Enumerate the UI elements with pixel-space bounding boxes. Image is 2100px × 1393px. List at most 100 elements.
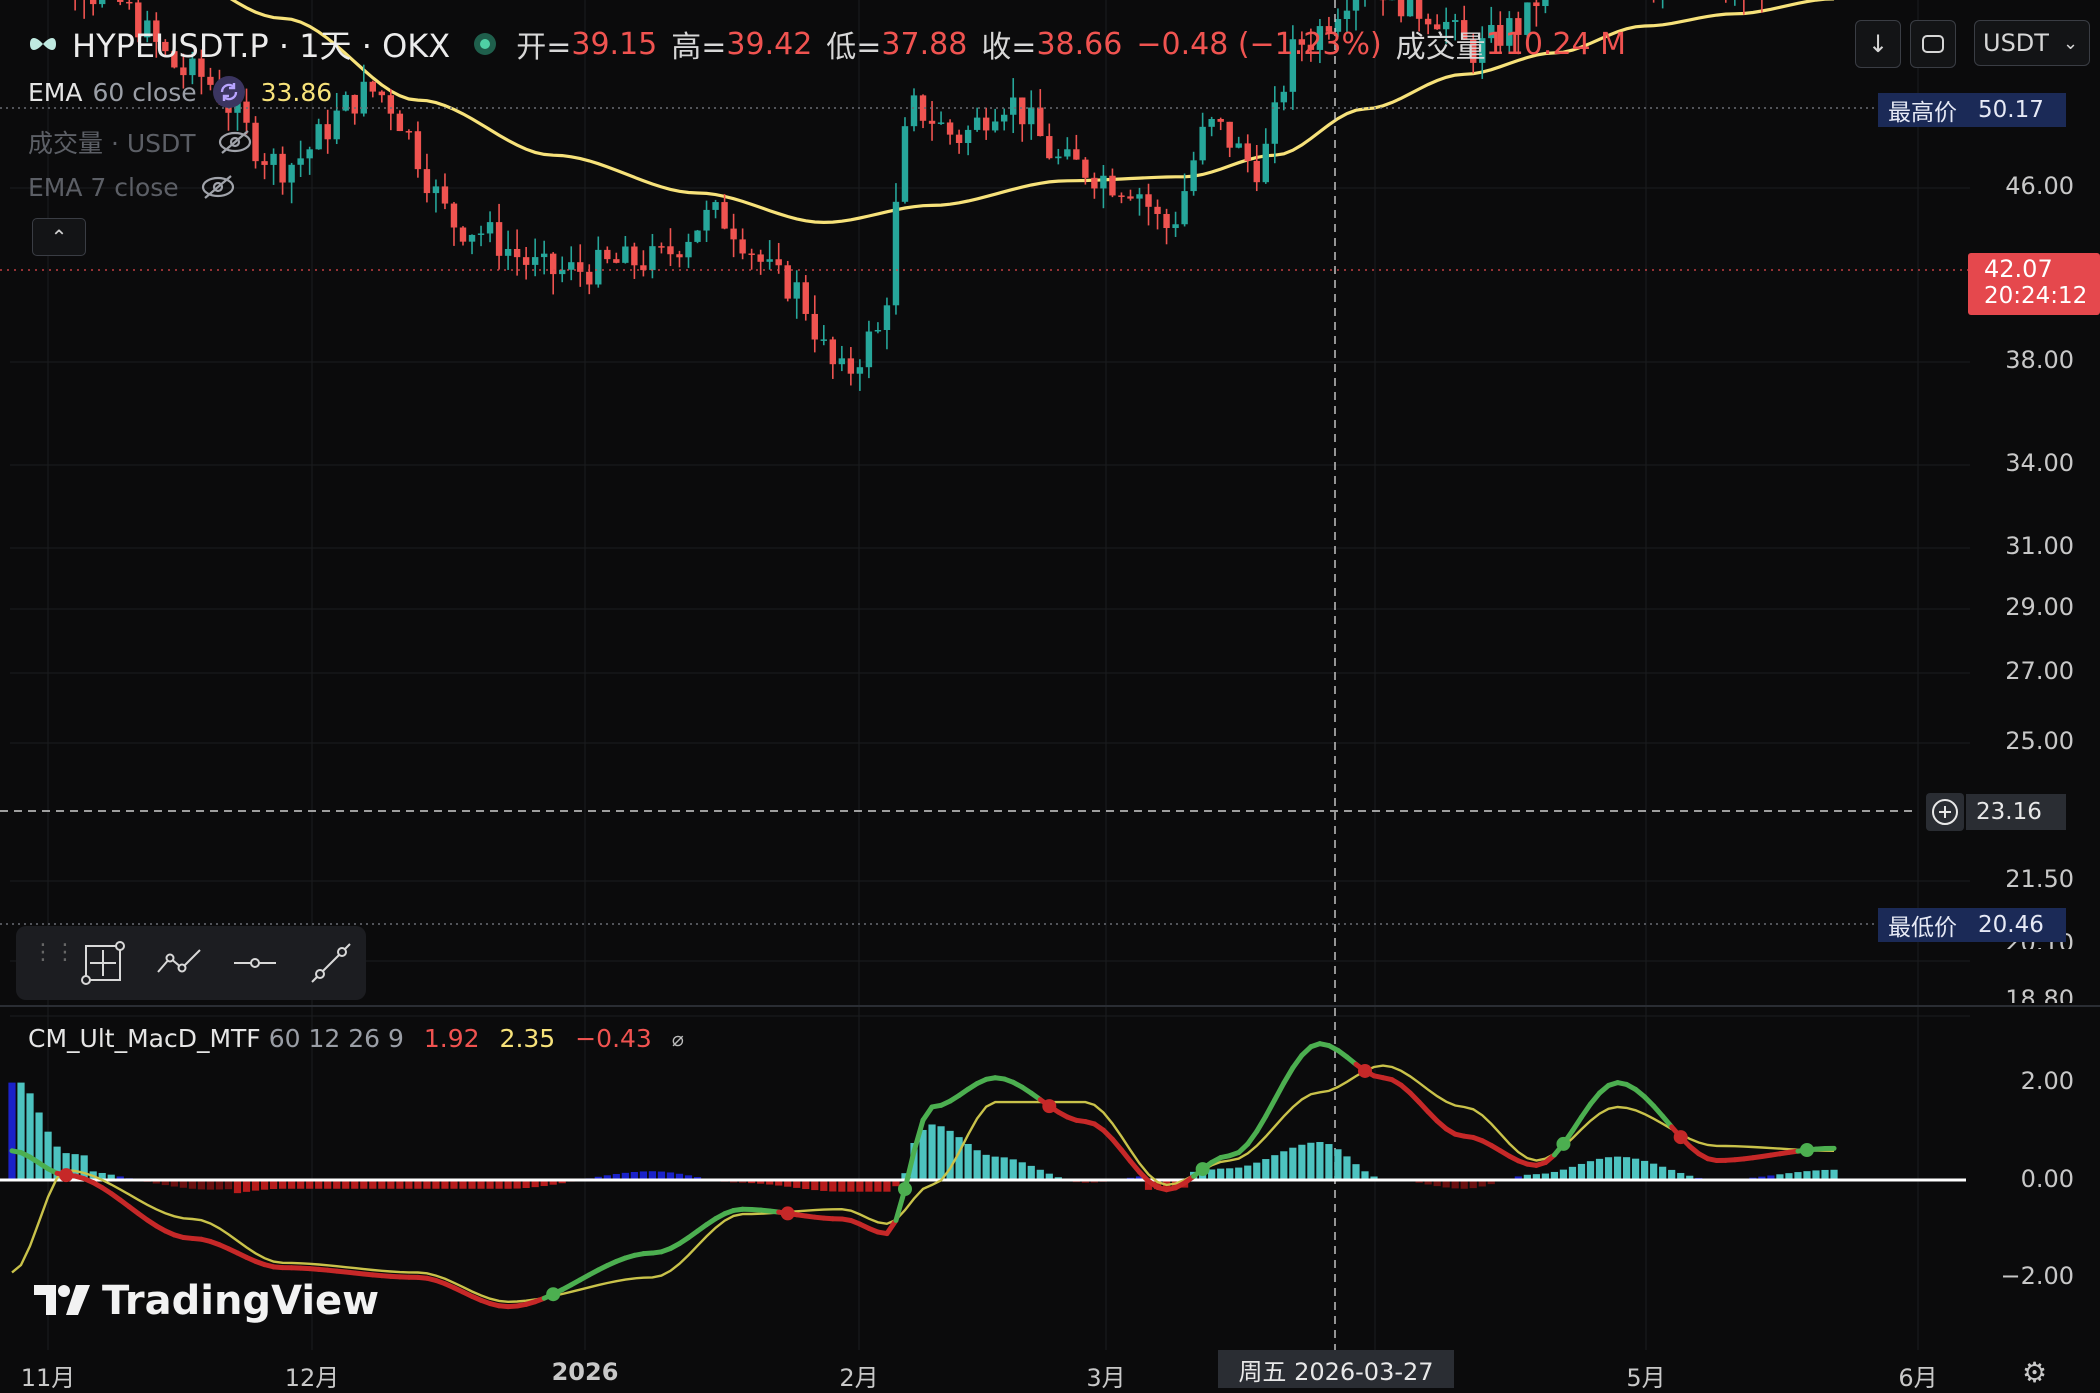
trend-line-tool-icon[interactable] <box>306 938 356 988</box>
volume-legend[interactable]: 成交量 · USDT <box>28 124 254 160</box>
candle-body <box>568 262 574 270</box>
refresh-button[interactable] <box>1910 20 1956 68</box>
candle-body <box>1037 108 1043 136</box>
price-tick: 18.80 <box>2005 985 2074 1003</box>
candle-body <box>478 233 484 235</box>
candle-body <box>487 222 493 233</box>
candle-body <box>1245 143 1251 161</box>
candle-body <box>541 254 547 257</box>
macd-histogram-bar <box>974 1150 981 1180</box>
hist-value: −0.43 <box>575 1024 652 1053</box>
candle-body <box>1416 0 1422 19</box>
price-tick: 21.50 <box>2005 865 2074 893</box>
candle-body <box>604 250 610 259</box>
candle-body <box>983 118 989 131</box>
candle-body <box>739 239 745 253</box>
drag-handle-icon[interactable]: ⋮⋮ <box>32 948 46 978</box>
candle-body <box>857 367 863 374</box>
ema7-legend[interactable]: EMA 7 close <box>28 172 237 202</box>
candle-body <box>794 282 800 298</box>
symbol-title[interactable]: HYPEUSDT.P · 1天 · OKX <box>72 21 450 67</box>
macd-tick: 2.00 <box>2021 1067 2074 1095</box>
eye-hidden-icon[interactable] <box>216 127 254 157</box>
candle-body <box>956 135 962 143</box>
macd-histogram-bar <box>992 1157 999 1180</box>
macd-histogram-bar <box>1244 1166 1251 1180</box>
macd-histogram-bar <box>1659 1167 1666 1180</box>
currency-value: USDT <box>1983 29 2049 57</box>
candle-body <box>1407 0 1413 16</box>
candle-body <box>929 121 935 124</box>
candle-body <box>1181 191 1187 224</box>
candle-body <box>1046 136 1052 158</box>
ema60-legend[interactable]: EMA 60 close 33.86 <box>28 76 332 108</box>
macd-histogram-bar <box>1280 1151 1287 1180</box>
settings-gear-icon[interactable]: ⚙ <box>2022 1358 2056 1388</box>
candle-body <box>1091 178 1097 189</box>
candle-body <box>1172 224 1178 228</box>
candle-body <box>757 254 763 261</box>
candle-body <box>947 122 953 134</box>
collapse-legend-button[interactable]: ⌃ <box>32 218 86 256</box>
sync-icon[interactable] <box>213 76 245 108</box>
candle-body <box>803 282 809 314</box>
macd-histogram-bar <box>1298 1145 1305 1180</box>
macd-histogram-bar <box>1019 1162 1026 1180</box>
macd-histogram-bar <box>1641 1161 1648 1180</box>
overlay-lines <box>0 0 1968 1350</box>
candle-body <box>180 67 186 75</box>
symbol-header: HYPEUSDT.P · 1天 · OKX 开=39.15 高=39.42 低=… <box>26 20 1626 68</box>
tradingview-brand[interactable]: TradingView <box>32 1278 379 1324</box>
eye-hidden-icon[interactable] <box>199 172 237 202</box>
candle-body <box>893 202 899 305</box>
download-button[interactable]: ↓ <box>1855 20 1901 68</box>
open-value: 39.15 <box>571 27 657 62</box>
candle-body <box>397 114 403 131</box>
candle-body <box>685 242 691 257</box>
candle-body <box>325 124 331 139</box>
candle-body <box>776 259 782 265</box>
price-tick: 31.00 <box>2005 532 2074 560</box>
candle-body <box>279 154 285 183</box>
candle-body <box>1109 176 1115 196</box>
candle-body <box>415 131 421 169</box>
candle-body <box>730 229 736 240</box>
macd-legend[interactable]: CM_Ult_MacD_MTF 60 12 26 9 1.92 2.35 −0.… <box>28 1024 684 1053</box>
add-alert-button[interactable] <box>1926 793 1964 831</box>
candle-body <box>361 82 367 114</box>
last-price-tag: 42.07 20:24:12 <box>1968 253 2100 315</box>
path-tool-icon[interactable] <box>154 938 204 988</box>
signal-value: 2.35 <box>500 1024 556 1053</box>
macd-histogram-bar <box>937 1126 944 1180</box>
candle-body <box>306 149 312 158</box>
low-value: 37.88 <box>881 27 967 62</box>
ema7-name: EMA 7 close <box>28 173 179 202</box>
macd-histogram-bar <box>1289 1148 1296 1180</box>
candle-body <box>1533 2 1539 6</box>
macd-histogram-bar <box>1001 1157 1008 1180</box>
candle-body <box>1263 144 1269 182</box>
candle-body <box>406 131 412 133</box>
candle-body <box>1199 127 1205 161</box>
macd-histogram-bar <box>829 1180 836 1191</box>
price-tick: 29.00 <box>2005 593 2074 621</box>
macd-histogram-bar <box>847 1180 854 1192</box>
horizontal-line-tool-icon[interactable] <box>230 938 280 988</box>
chart-canvas[interactable] <box>0 0 2100 1388</box>
candle-body <box>766 259 772 262</box>
candle-body <box>595 250 601 285</box>
bar-countdown: 20:24:12 <box>1984 283 2087 309</box>
macd-line-segment <box>1275 1083 1284 1100</box>
price-tick: 25.00 <box>2005 727 2074 755</box>
lowest-price-label: 最低价 <box>1878 908 1968 942</box>
long-position-tool-icon[interactable] <box>78 938 128 988</box>
candle-body <box>1118 195 1124 197</box>
macd-params: 60 12 26 9 <box>269 1024 404 1053</box>
candle-body <box>1217 119 1223 122</box>
brand-name: TradingView <box>102 1278 379 1324</box>
arrow-down-icon: ↓ <box>1868 30 1888 58</box>
currency-select[interactable]: USDT ⌄ <box>1974 20 2090 66</box>
macd-histogram-bar <box>1569 1167 1576 1180</box>
candle-body <box>117 0 123 2</box>
macd-histogram-bar <box>1578 1164 1585 1180</box>
